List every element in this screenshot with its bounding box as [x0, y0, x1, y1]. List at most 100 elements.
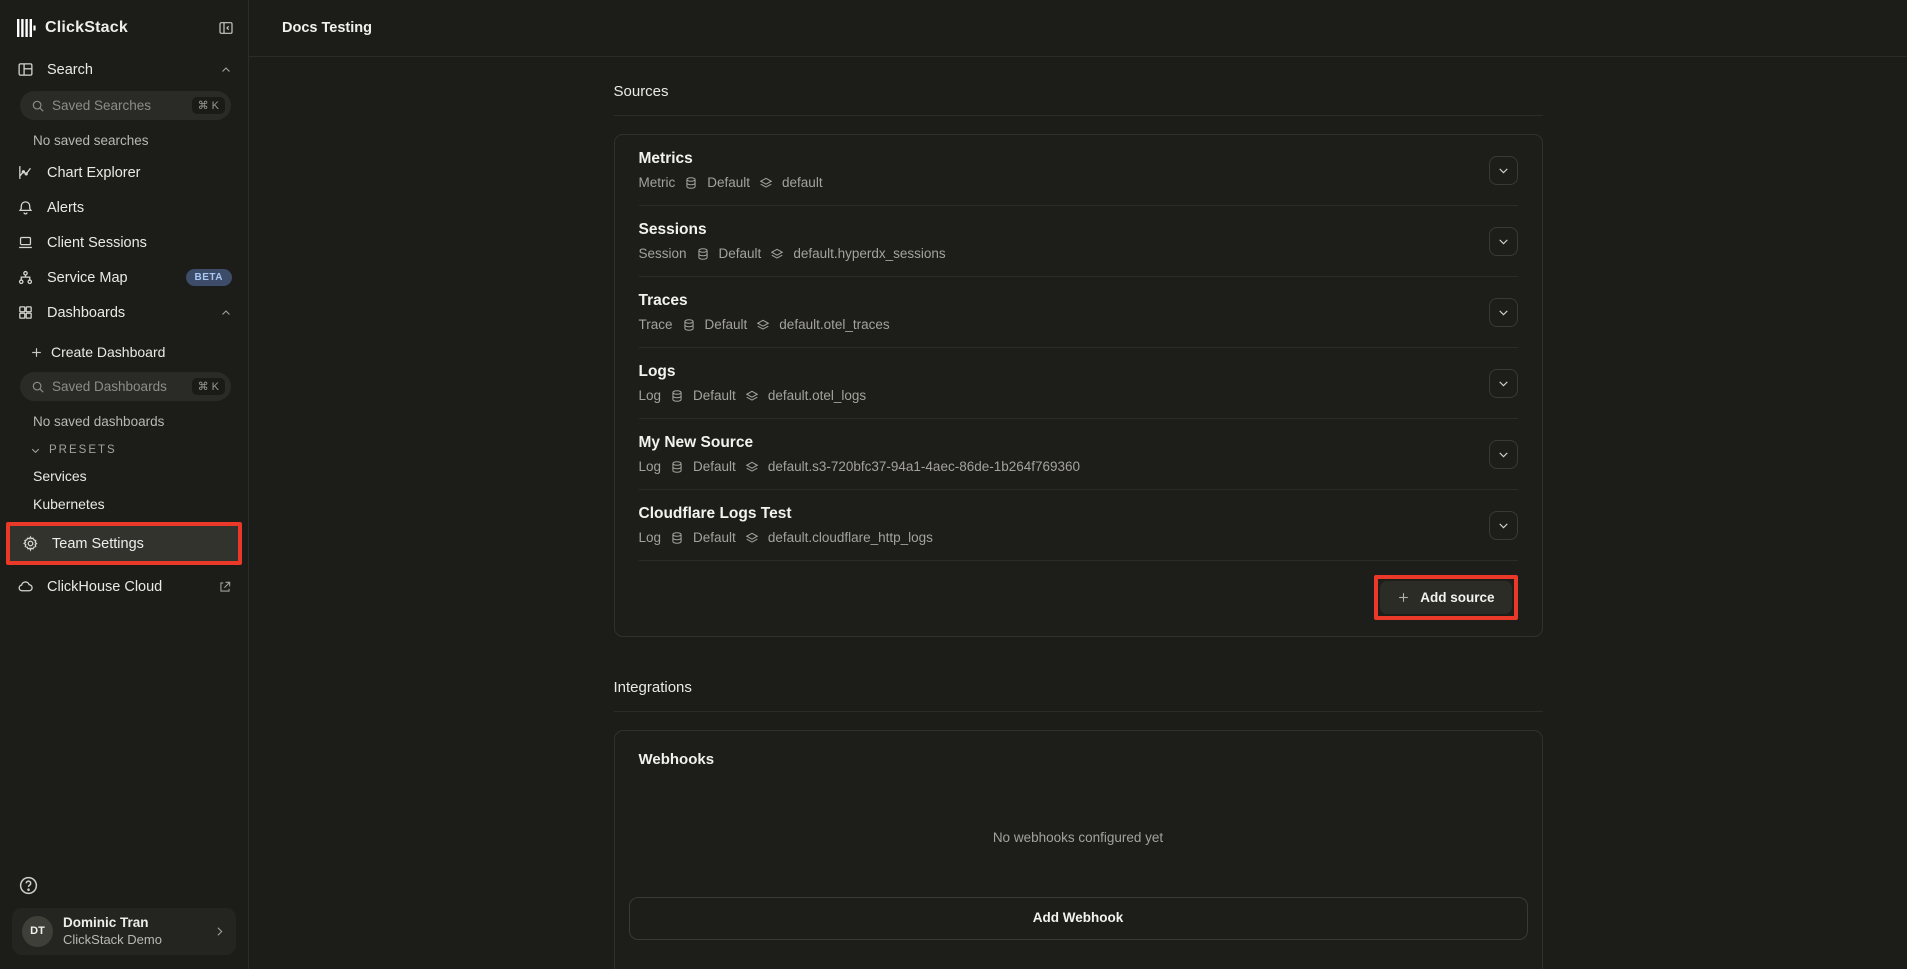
source-kind: Trace: [639, 317, 673, 332]
expand-source-button[interactable]: [1489, 511, 1518, 540]
user-menu[interactable]: DT Dominic Tran ClickStack Demo: [12, 908, 236, 955]
expand-source-button[interactable]: [1489, 298, 1518, 327]
sidebar-item-label: Search: [47, 62, 93, 78]
webhooks-card: Webhooks No webhooks configured yet Add …: [614, 730, 1543, 969]
source-table: default.s3-720bfc37-94a1-4aec-86de-1b264…: [768, 459, 1080, 474]
integrations-section-title: Integrations: [614, 679, 1543, 711]
source-kind: Metric: [639, 175, 676, 190]
database-icon: [670, 460, 684, 474]
no-saved-dashboards-text: No saved dashboards: [0, 407, 248, 436]
source-table: default.hyperdx_sessions: [793, 246, 945, 261]
table-stack-icon: [745, 460, 759, 474]
sitemap-icon: [16, 269, 34, 286]
app-title: ClickStack: [45, 19, 128, 37]
webhooks-empty-text: No webhooks configured yet: [629, 830, 1528, 845]
sidebar: ClickStack Search ⌘ K No sa: [0, 0, 249, 969]
sidebar-item-chart-explorer[interactable]: Chart Explorer: [0, 155, 248, 190]
table-stack-icon: [759, 176, 773, 190]
add-source-area: Add source: [639, 561, 1518, 636]
search-section-icon: [16, 61, 34, 78]
sidebar-footer: DT Dominic Tran ClickStack Demo: [0, 865, 248, 969]
saved-searches-field[interactable]: [52, 98, 185, 113]
sidebar-item-label: ClickHouse Cloud: [47, 579, 162, 595]
add-source-button[interactable]: Add source: [1380, 581, 1511, 614]
sidebar-item-label: Dashboards: [47, 305, 125, 321]
bell-icon: [16, 199, 34, 216]
source-row[interactable]: Metrics Metric Default default: [639, 135, 1518, 206]
chevron-up-icon: [220, 307, 232, 319]
database-icon: [696, 247, 710, 261]
source-connection: Default: [693, 530, 736, 545]
source-connection: Default: [705, 317, 748, 332]
chevron-down-icon: [30, 445, 41, 456]
user-name: Dominic Tran: [63, 915, 203, 932]
search-icon: [31, 380, 45, 394]
source-name: Sessions: [639, 221, 1489, 239]
saved-dashboards-field[interactable]: [52, 379, 185, 394]
source-table: default.cloudflare_http_logs: [768, 530, 933, 545]
source-kind: Log: [639, 459, 662, 474]
user-org: ClickStack Demo: [63, 932, 203, 948]
collapse-sidebar-icon[interactable]: [218, 20, 234, 36]
sources-card: Metrics Metric Default default Sessions …: [614, 134, 1543, 637]
sidebar-item-alerts[interactable]: Alerts: [0, 190, 248, 225]
saved-dashboards-input[interactable]: ⌘ K: [20, 372, 231, 401]
avatar: DT: [22, 916, 53, 947]
add-source-label: Add source: [1420, 590, 1494, 605]
sidebar-nav: Search ⌘ K No saved searches Chart Explo…: [0, 52, 248, 865]
sidebar-item-label: Chart Explorer: [47, 165, 140, 181]
main-area: Docs Testing Sources Metrics Metric Defa…: [249, 0, 1907, 969]
clickstack-logo-icon: [16, 18, 36, 38]
expand-source-button[interactable]: [1489, 227, 1518, 256]
help-icon[interactable]: [18, 875, 236, 896]
source-kind: Session: [639, 246, 687, 261]
preset-item-services[interactable]: Services: [0, 462, 248, 490]
sidebar-item-service-map[interactable]: Service Map BETA: [0, 260, 248, 295]
breadcrumb: Docs Testing: [282, 20, 372, 36]
team-settings-highlight: Team Settings: [6, 522, 242, 565]
external-link-icon: [218, 580, 232, 594]
cloud-icon: [16, 578, 34, 595]
create-dashboard-button[interactable]: Create Dashboard: [0, 336, 248, 368]
chevron-right-icon: [213, 925, 226, 938]
sidebar-item-client-sessions[interactable]: Client Sessions: [0, 225, 248, 260]
beta-badge: BETA: [186, 269, 232, 286]
table-stack-icon: [745, 531, 759, 545]
source-connection: Default: [693, 459, 736, 474]
source-row[interactable]: Traces Trace Default default.otel_traces: [639, 277, 1518, 348]
topbar: Docs Testing: [249, 0, 1907, 57]
source-row[interactable]: My New Source Log Default default.s3-720…: [639, 419, 1518, 490]
sources-section-title: Sources: [614, 83, 1543, 115]
source-connection: Default: [719, 246, 762, 261]
expand-source-button[interactable]: [1489, 156, 1518, 185]
source-name: My New Source: [639, 434, 1489, 452]
add-webhook-button[interactable]: Add Webhook: [629, 897, 1528, 940]
saved-searches-input[interactable]: ⌘ K: [20, 91, 231, 120]
source-row[interactable]: Cloudflare Logs Test Log Default default…: [639, 490, 1518, 561]
source-connection: Default: [707, 175, 750, 190]
chevron-up-icon: [220, 64, 232, 76]
preset-item-kubernetes[interactable]: Kubernetes: [0, 490, 248, 518]
source-row[interactable]: Sessions Session Default default.hyperdx…: [639, 206, 1518, 277]
plus-icon: [1397, 591, 1410, 604]
source-row[interactable]: Logs Log Default default.otel_logs: [639, 348, 1518, 419]
sidebar-item-search[interactable]: Search: [0, 52, 248, 87]
add-source-highlight: Add source: [1374, 575, 1517, 620]
settings-content[interactable]: Sources Metrics Metric Default default: [249, 57, 1907, 969]
create-dashboard-label: Create Dashboard: [51, 344, 165, 360]
expand-source-button[interactable]: [1489, 440, 1518, 469]
presets-toggle[interactable]: PRESETS: [0, 436, 248, 462]
shortcut-badge: ⌘ K: [192, 97, 225, 114]
sidebar-item-label: Service Map: [47, 270, 128, 286]
dashboards-grid-icon: [16, 304, 34, 321]
chart-explorer-icon: [16, 164, 34, 181]
plus-icon: [30, 346, 43, 359]
sidebar-item-label: Client Sessions: [47, 235, 147, 251]
divider: [614, 115, 1543, 116]
divider: [614, 711, 1543, 712]
sidebar-item-dashboards[interactable]: Dashboards: [0, 295, 248, 330]
database-icon: [684, 176, 698, 190]
sidebar-item-clickhouse-cloud[interactable]: ClickHouse Cloud: [0, 569, 248, 604]
sidebar-item-team-settings[interactable]: Team Settings: [10, 526, 238, 561]
expand-source-button[interactable]: [1489, 369, 1518, 398]
